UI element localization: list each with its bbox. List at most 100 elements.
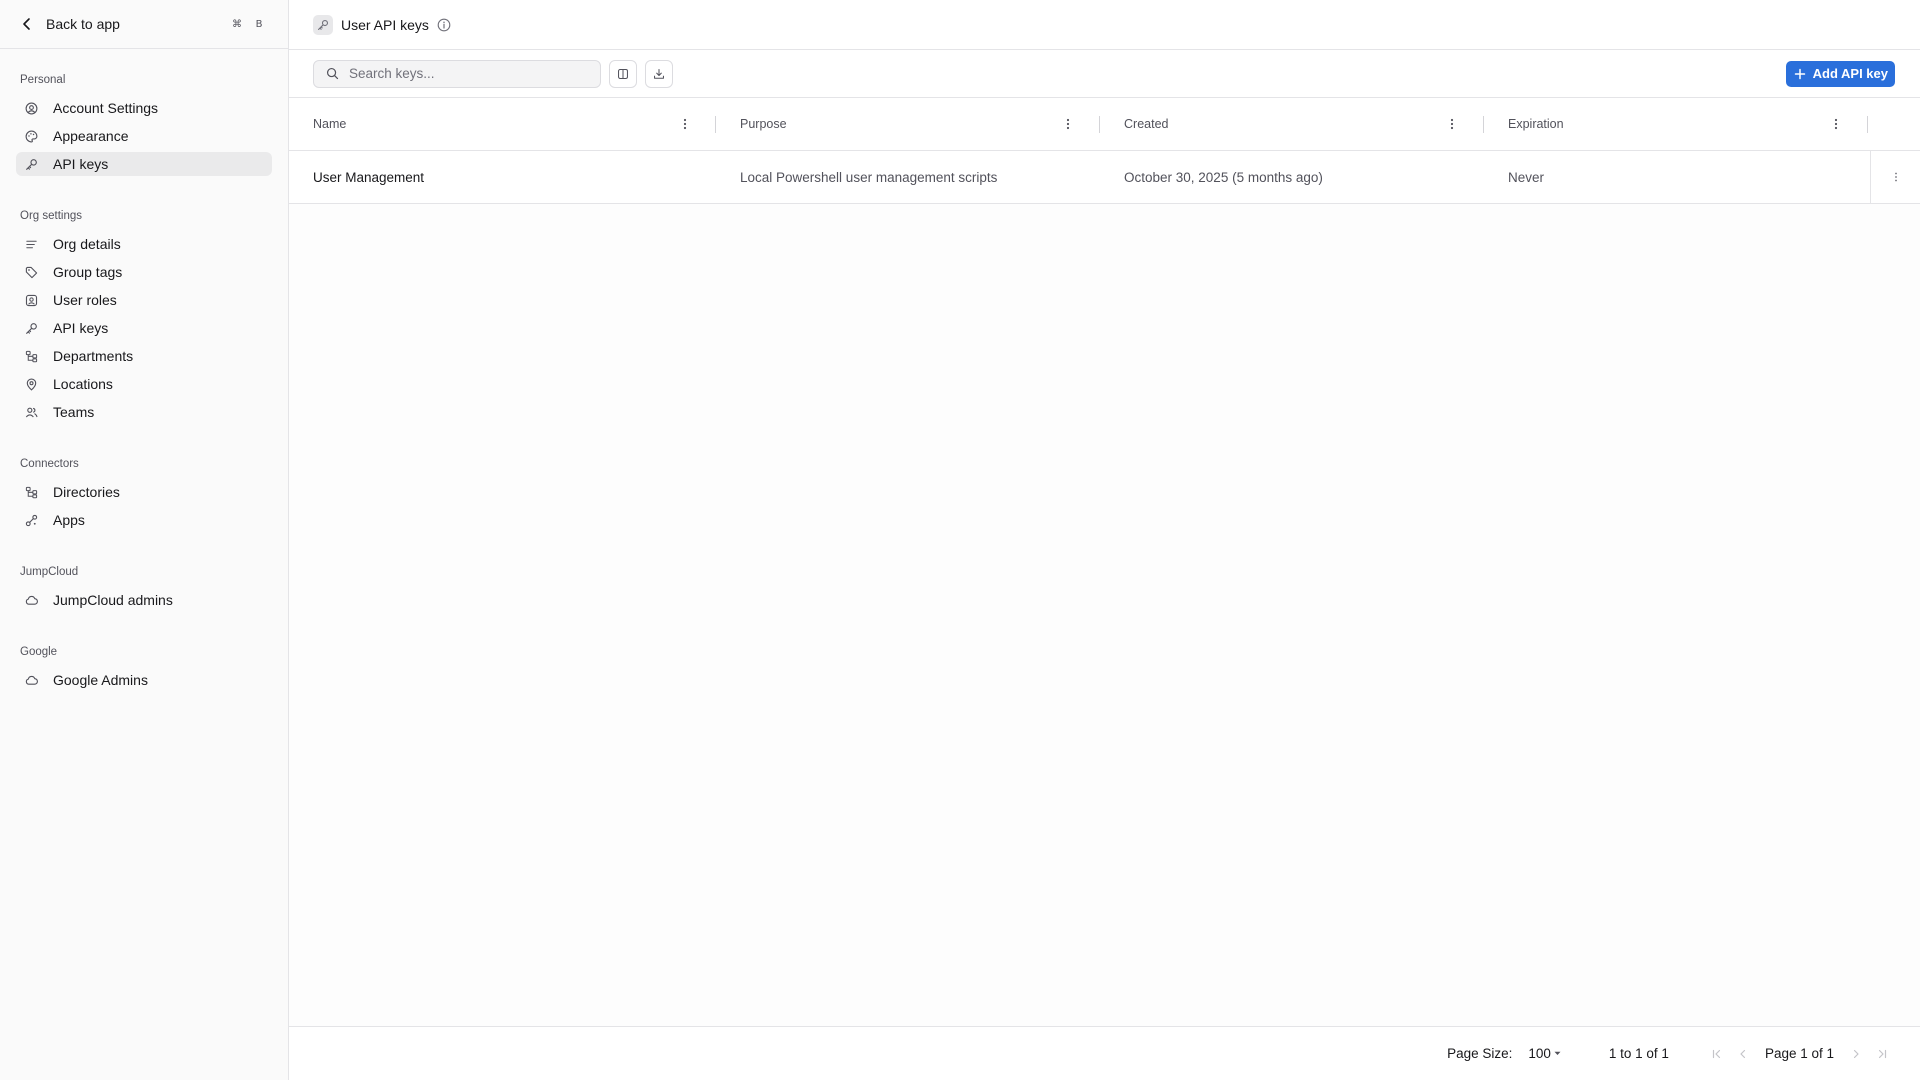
section-label: JumpCloud [20,566,79,578]
page-size-label: Page Size: [1447,1046,1513,1061]
sidebar-item-label: Group tags [53,264,123,280]
sidebar-item-account-settings[interactable]: Account Settings [16,96,272,120]
info-icon[interactable] [437,18,451,32]
cell-created: October 30, 2025 (5 months ago) [1124,169,1323,185]
account-circle-icon [24,101,38,115]
column-menu-icon[interactable] [1834,118,1838,130]
actions-column-header [1870,98,1920,150]
sidebar-item-label: Locations [53,376,113,392]
more-vertical-icon [1894,172,1897,182]
sidebar-section-org-settings: Org settings Org details Group tags User… [0,208,288,428]
sidebar-item-label: User roles [53,292,117,308]
apps-icon [24,513,38,527]
sidebar-item-label: Departments [53,348,134,364]
column-menu-icon[interactable] [683,118,687,130]
cloud-icon [24,673,38,687]
sidebar-item-label: Google Admins [53,672,148,688]
sidebar-section-personal: Personal Account Settings Appearance API… [0,72,288,180]
sidebar-item-apps[interactable]: Apps [16,508,272,532]
chevron-left-icon [20,17,34,31]
column-resize-handle[interactable] [1867,116,1868,133]
key-icon [313,14,333,35]
row-actions-button[interactable] [1870,151,1920,203]
back-to-app-button[interactable]: Back to app ⌘ B [0,0,288,49]
sidebar-item-locations[interactable]: Locations [16,372,272,396]
search-input[interactable] [349,66,589,81]
download-icon [654,68,664,79]
section-label: Connectors [20,458,79,470]
palette-icon [24,129,38,143]
main-content: User API keys Add API key Name [289,0,1920,1080]
back-to-app-label: Back to app [46,16,120,32]
shortcut-key-cmd: ⌘ [232,18,242,30]
sidebar-item-directories[interactable]: Directories [16,480,272,504]
sidebar-item-label: JumpCloud admins [53,592,173,608]
page-size-value: 100 [1528,1046,1551,1061]
column-header-label: Purpose [740,117,787,131]
section-label: Personal [20,74,66,86]
page-indicator: Page 1 of 1 [1764,1046,1834,1061]
plus-icon [1794,68,1806,80]
table-toolbar: Add API key [289,50,1920,98]
page-title: User API keys [341,16,429,33]
page-size-select[interactable]: 100 [1528,1046,1561,1061]
search-icon [326,67,339,80]
pager: Page 1 of 1 [1709,1046,1890,1062]
sidebar-section-connectors: Connectors Directories Apps [0,456,288,536]
column-header-created[interactable]: Created [1100,98,1484,150]
page-header: User API keys [289,0,1920,50]
search-box[interactable] [313,59,601,88]
last-page-icon[interactable] [1874,1046,1890,1062]
columns-toggle-button[interactable] [609,59,637,88]
column-menu-icon[interactable] [1450,118,1454,130]
sidebar-item-appearance[interactable]: Appearance [16,124,272,148]
column-header-purpose[interactable]: Purpose [716,98,1100,150]
table-row[interactable]: User Management Local Powershell user ma… [289,151,1920,204]
sidebar-item-personal-api-keys[interactable]: API keys [16,152,272,176]
export-button[interactable] [645,59,673,88]
row-range-text: 1 to 1 of 1 [1608,1046,1669,1061]
sidebar-section-google: Google Google Admins [0,644,288,696]
column-header-label: Created [1124,117,1169,131]
list-icon [24,237,38,251]
key-icon [24,321,38,335]
add-api-key-button[interactable]: Add API key [1785,60,1895,87]
hierarchy-icon [24,485,38,499]
cell-expiration: Never [1508,169,1545,185]
table-header-row: Name Purpose Created Expiration [289,98,1920,151]
section-label: Org settings [20,210,82,222]
column-menu-icon[interactable] [1066,118,1070,130]
cloud-icon [24,593,38,607]
column-header-expiration[interactable]: Expiration [1484,98,1868,150]
section-label: Google [20,646,58,658]
sidebar-item-google-admins[interactable]: Google Admins [16,668,272,692]
roles-icon [24,293,38,307]
sidebar-item-label: Teams [53,404,95,420]
cell-purpose: Local Powershell user management scripts [740,169,998,185]
shortcut-key-b: B [255,18,263,30]
sidebar-item-group-tags[interactable]: Group tags [16,260,272,284]
tag-icon [24,265,38,279]
hierarchy-icon [24,349,38,363]
sidebar-item-jumpcloud-admins[interactable]: JumpCloud admins [16,588,272,612]
sidebar-item-label: API keys [53,156,109,172]
caret-down-icon [1554,1051,1561,1056]
first-page-icon[interactable] [1709,1046,1725,1062]
next-page-icon[interactable] [1848,1046,1864,1062]
pagination-footer: Page Size: 100 1 to 1 of 1 Page 1 of 1 [289,1026,1920,1080]
sidebar-item-label: Directories [53,484,120,500]
previous-page-icon[interactable] [1735,1046,1751,1062]
sidebar-item-departments[interactable]: Departments [16,344,272,368]
column-header-name[interactable]: Name [289,98,716,150]
column-header-label: Expiration [1508,117,1564,131]
sidebar-item-label: Org details [53,236,121,252]
sidebar-item-teams[interactable]: Teams [16,400,272,424]
sidebar-item-org-details[interactable]: Org details [16,232,272,256]
sidebar-item-label: Appearance [53,128,129,144]
users-icon [24,405,38,419]
map-pin-icon [24,377,38,391]
sidebar-item-org-api-keys[interactable]: API keys [16,316,272,340]
sidebar-item-label: API keys [53,320,109,336]
sidebar-section-jumpcloud: JumpCloud JumpCloud admins [0,564,288,616]
sidebar-item-user-roles[interactable]: User roles [16,288,272,312]
